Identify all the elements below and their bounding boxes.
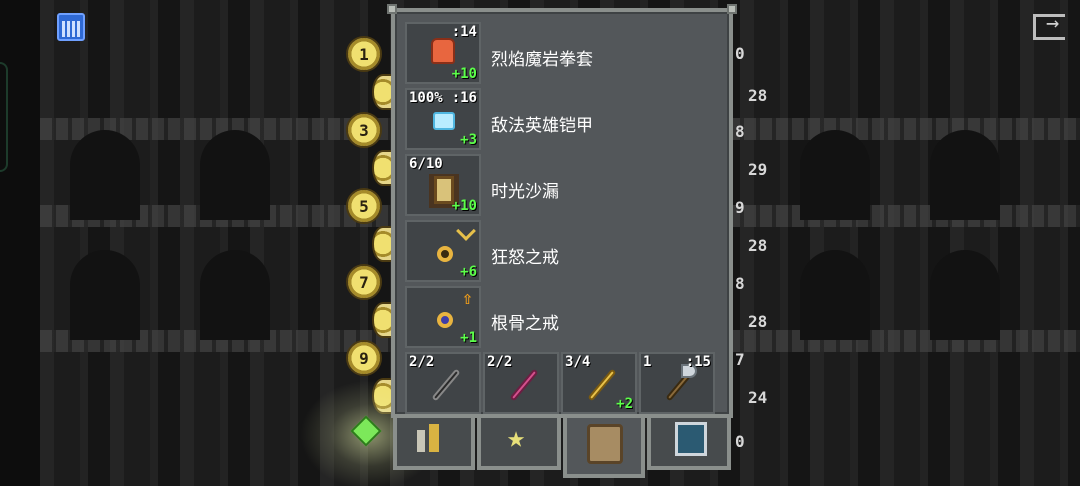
quickslot[interactable]: 3/4 +2 bbox=[561, 352, 637, 414]
tab-backpack[interactable] bbox=[563, 418, 645, 478]
item-charge: :15 bbox=[685, 354, 711, 370]
right-number: 29 bbox=[748, 160, 768, 179]
curse-marker-icon bbox=[456, 221, 476, 241]
right-number: 28 bbox=[748, 86, 768, 105]
dark-wand-icon bbox=[431, 368, 461, 402]
item-quantity: 1 bbox=[643, 354, 652, 370]
wall-arch bbox=[70, 130, 140, 220]
right-number: 28 bbox=[748, 312, 768, 331]
right-number: 0 bbox=[735, 432, 745, 451]
item-upgrade: +3 bbox=[460, 132, 477, 148]
inventory-window: :14 +10 烈焰魔岩拳套 100% :16 +3 敌法英雄铠甲 6/10 +… bbox=[387, 4, 737, 418]
wall-arch bbox=[800, 130, 870, 220]
right-number: 8 bbox=[735, 122, 745, 141]
calendar-icon[interactable] bbox=[57, 13, 85, 41]
item-name: 时光沙漏 bbox=[491, 182, 559, 202]
exit-icon[interactable] bbox=[1033, 11, 1065, 40]
level-badge: 9 bbox=[346, 340, 382, 376]
pink-wand-icon bbox=[509, 368, 539, 402]
item-durability: 100% bbox=[409, 90, 443, 106]
item-upgrade: +2 bbox=[616, 396, 633, 412]
item-name: 狂怒之戒 bbox=[491, 248, 559, 268]
wall-arch bbox=[70, 250, 140, 340]
right-number: 24 bbox=[748, 388, 768, 407]
right-number: 0 bbox=[735, 44, 745, 63]
quickslot[interactable]: 2/2 bbox=[405, 352, 481, 414]
star-icon: ★ bbox=[507, 420, 526, 455]
quickslot[interactable]: 1 :15 bbox=[639, 352, 715, 414]
tab-equipment[interactable] bbox=[647, 418, 731, 470]
window-corner bbox=[727, 4, 737, 14]
item-upgrade: +10 bbox=[451, 198, 477, 214]
armor-icon bbox=[433, 112, 455, 130]
item-upgrade: +6 bbox=[460, 264, 477, 280]
item-charge: :16 bbox=[451, 90, 477, 106]
level-badge: 1 bbox=[346, 36, 382, 72]
arrow-up-icon: ⇧ bbox=[462, 288, 473, 309]
right-number: 28 bbox=[748, 236, 768, 255]
quickslot[interactable]: 2/2 bbox=[483, 352, 559, 414]
side-handle[interactable] bbox=[0, 62, 8, 172]
gold-wand-icon bbox=[587, 368, 617, 402]
inventory-slot[interactable]: :14 +10 bbox=[405, 22, 481, 84]
level-badge: 7 bbox=[346, 264, 382, 300]
wall-arch bbox=[800, 250, 870, 340]
wall-arch bbox=[930, 130, 1000, 220]
right-number: 7 bbox=[735, 350, 745, 369]
level-badge: 5 bbox=[346, 188, 382, 224]
wand-charges: 2/2 bbox=[487, 354, 513, 370]
bars-icon bbox=[429, 424, 439, 452]
wall-arch bbox=[200, 130, 270, 220]
tab-badges[interactable]: ★ bbox=[477, 418, 561, 470]
item-charges: 6/10 bbox=[409, 156, 443, 172]
wand-charges: 2/2 bbox=[409, 354, 435, 370]
ring-icon bbox=[437, 312, 453, 328]
inventory-slot[interactable]: 100% :16 +3 bbox=[405, 88, 481, 150]
inventory-slot[interactable]: 6/10 +10 bbox=[405, 154, 481, 216]
item-name: 敌法英雄铠甲 bbox=[491, 116, 593, 136]
item-name: 烈焰魔岩拳套 bbox=[491, 50, 593, 70]
item-upgrade: +10 bbox=[451, 66, 477, 82]
level-badge: 3 bbox=[346, 112, 382, 148]
fist-icon bbox=[431, 38, 455, 64]
right-number: 8 bbox=[735, 274, 745, 293]
item-charge: :14 bbox=[451, 24, 477, 40]
right-number: 9 bbox=[735, 198, 745, 217]
wall-arch bbox=[200, 250, 270, 340]
inventory-slot[interactable]: ⇧ +1 bbox=[405, 286, 481, 348]
wall-arch bbox=[930, 250, 1000, 340]
window-corner bbox=[387, 4, 397, 14]
wand-charges: 3/4 bbox=[565, 354, 591, 370]
item-name: 根骨之戒 bbox=[491, 314, 559, 334]
bars-icon bbox=[417, 430, 425, 452]
tab-stats[interactable] bbox=[393, 418, 475, 470]
inventory-slot[interactable]: +6 bbox=[405, 220, 481, 282]
item-upgrade: +1 bbox=[460, 330, 477, 346]
sword-icon bbox=[675, 422, 707, 456]
ring-icon bbox=[437, 246, 453, 262]
backpack-icon bbox=[587, 424, 623, 464]
